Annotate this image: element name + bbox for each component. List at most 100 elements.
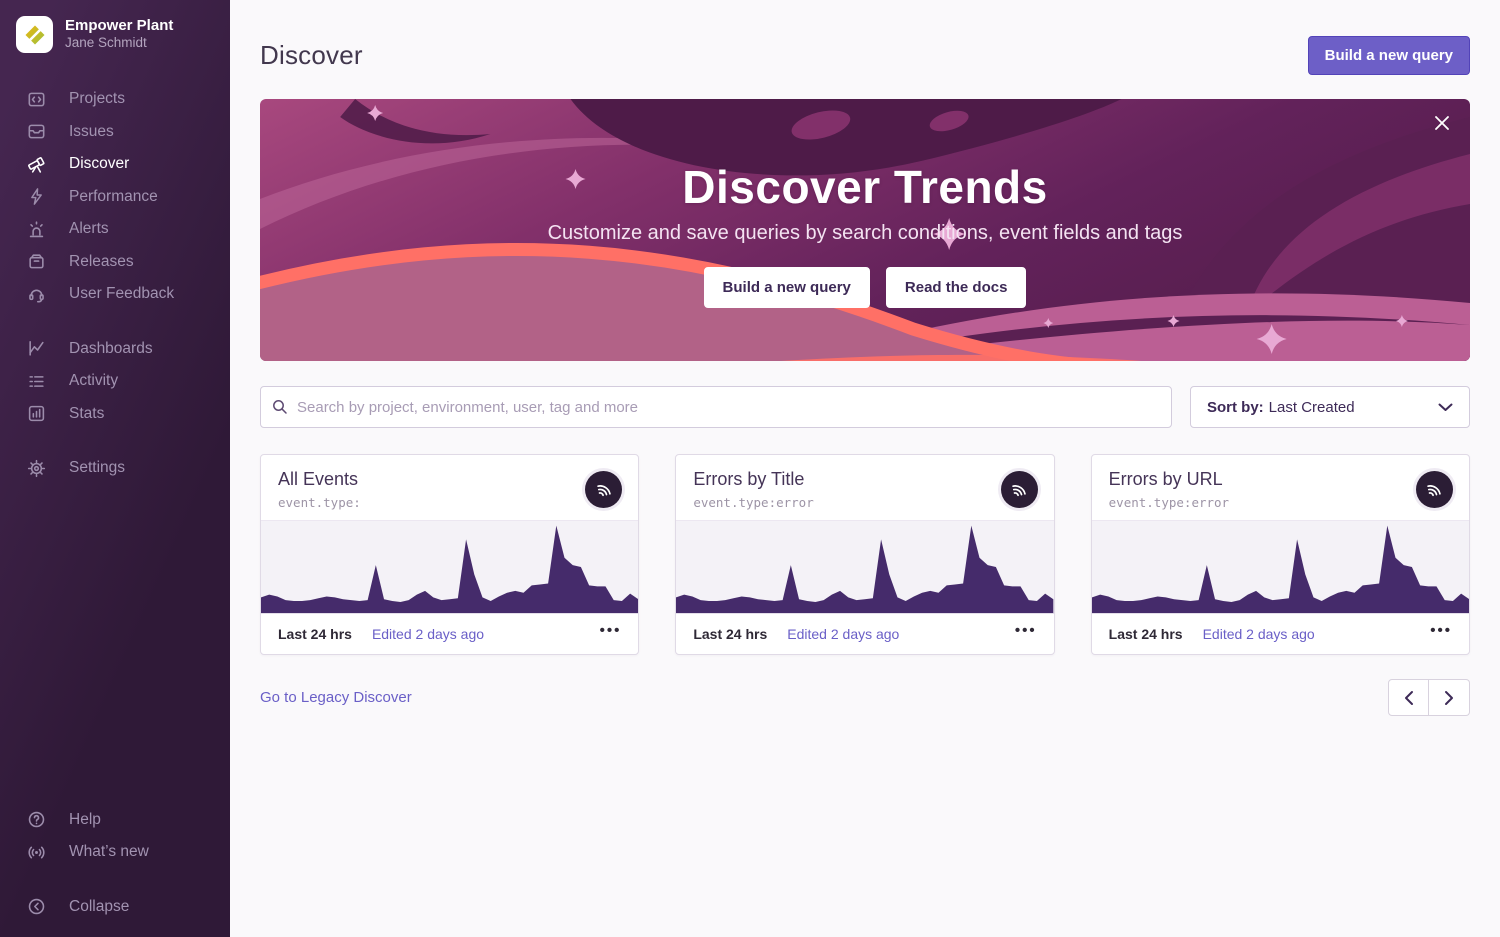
sort-value: Last Created xyxy=(1269,399,1355,416)
sort-dropdown[interactable]: Sort by: Last Created xyxy=(1190,386,1470,428)
card-title: Errors by URL xyxy=(1109,469,1229,490)
sidebar-item-activity[interactable]: Activity xyxy=(0,365,230,398)
query-toolbar: Sort by: Last Created xyxy=(260,386,1470,428)
sidebar-item-performance[interactable]: Performance xyxy=(0,181,230,214)
sidebar-item-settings[interactable]: Settings xyxy=(0,452,230,485)
card-context-menu-button[interactable]: ••• xyxy=(600,631,622,637)
card-timeframe: Last 24 hrs xyxy=(693,626,767,642)
sidebar-item-label: Settings xyxy=(69,459,125,477)
nav-settings: Settings xyxy=(0,452,230,485)
card-context-menu-button[interactable]: ••• xyxy=(1430,631,1452,637)
nav-divider-gap xyxy=(0,869,230,891)
sidebar-item-whats-new[interactable]: What’s new xyxy=(0,836,230,869)
sidebar-item-label: Issues xyxy=(69,123,114,141)
sentry-logo-icon xyxy=(1425,481,1443,499)
sparkline-chart xyxy=(1092,520,1469,613)
banner-build-query-button[interactable]: Build a new query xyxy=(704,267,870,308)
nav-secondary: Dashboards Activity Stats xyxy=(0,333,230,431)
bar-chart-icon xyxy=(27,404,46,423)
banner-read-docs-button[interactable]: Read the docs xyxy=(886,267,1027,308)
sentry-logo-icon xyxy=(1010,481,1028,499)
banner-subtitle: Customize and save queries by search con… xyxy=(548,222,1183,245)
sidebar-bottom: Help What’s new Collapse xyxy=(0,804,230,924)
chevron-down-icon xyxy=(1438,403,1453,412)
sidebar-item-dashboards[interactable]: Dashboards xyxy=(0,333,230,366)
org-switcher[interactable]: Empower Plant Jane Schmidt xyxy=(0,16,230,53)
sparkline-chart xyxy=(261,520,638,613)
sidebar-item-stats[interactable]: Stats xyxy=(0,398,230,431)
sidebar-item-projects[interactable]: Projects xyxy=(0,83,230,116)
pagination xyxy=(1388,679,1470,716)
sentry-avatar xyxy=(1416,471,1453,508)
collapse-icon xyxy=(27,897,46,916)
list-icon xyxy=(27,372,46,391)
search-box xyxy=(260,386,1172,428)
nav-divider-gap xyxy=(0,311,230,333)
sidebar-item-label: What’s new xyxy=(69,843,149,861)
projects-icon xyxy=(27,90,46,109)
page-header: Discover Build a new query xyxy=(260,0,1470,75)
sidebar-item-help[interactable]: Help xyxy=(0,804,230,837)
sentry-logo-icon xyxy=(595,481,613,499)
card-query: event.type:error xyxy=(1109,495,1229,510)
card-title: All Events xyxy=(278,469,361,490)
sidebar-item-issues[interactable]: Issues xyxy=(0,116,230,149)
pagination-next-button[interactable] xyxy=(1429,679,1470,716)
sidebar-item-label: Releases xyxy=(69,253,134,271)
user-name: Jane Schmidt xyxy=(65,35,173,52)
sidebar-item-releases[interactable]: Releases xyxy=(0,246,230,279)
box-icon xyxy=(27,252,46,271)
search-icon xyxy=(272,399,288,415)
siren-icon xyxy=(27,220,46,239)
help-icon xyxy=(27,810,46,829)
bottom-row: Go to Legacy Discover xyxy=(260,679,1470,716)
main-content: Discover Build a new query xyxy=(230,0,1500,937)
chevron-left-icon xyxy=(1404,690,1414,706)
org-logo xyxy=(16,16,53,53)
card-query: event.type: xyxy=(278,495,361,510)
sidebar-item-label: Stats xyxy=(69,405,104,423)
sort-label: Sort by: xyxy=(1207,399,1264,416)
sentry-avatar xyxy=(1001,471,1038,508)
sidebar-item-label: Discover xyxy=(69,155,129,173)
lightning-icon xyxy=(27,187,46,206)
sidebar-item-label: User Feedback xyxy=(69,285,174,303)
build-new-query-button[interactable]: Build a new query xyxy=(1308,36,1470,75)
sidebar-item-label: Activity xyxy=(69,372,118,390)
nav-primary: Projects Issues Discover xyxy=(0,83,230,311)
org-name: Empower Plant xyxy=(65,17,173,36)
pagination-prev-button[interactable] xyxy=(1388,679,1429,716)
banner-title: Discover Trends xyxy=(682,160,1047,214)
support-icon xyxy=(27,285,46,304)
diamond-logo-icon xyxy=(24,24,46,46)
query-card-errors-by-url[interactable]: Errors by URL event.type:error xyxy=(1091,454,1470,655)
telescope-icon xyxy=(27,155,46,174)
card-context-menu-button[interactable]: ••• xyxy=(1015,631,1037,637)
sidebar: Empower Plant Jane Schmidt Projects Issu… xyxy=(0,0,230,937)
sidebar-item-label: Performance xyxy=(69,188,158,206)
broadcast-icon xyxy=(27,843,46,862)
sparkline-chart xyxy=(676,520,1053,613)
issues-icon xyxy=(27,122,46,141)
card-title: Errors by Title xyxy=(693,469,813,490)
sidebar-item-label: Alerts xyxy=(69,220,109,238)
card-timeframe: Last 24 hrs xyxy=(1109,626,1183,642)
nav-divider-gap xyxy=(0,430,230,452)
query-card-all-events[interactable]: All Events event.type: La xyxy=(260,454,639,655)
page-title: Discover xyxy=(260,40,363,71)
legacy-discover-link[interactable]: Go to Legacy Discover xyxy=(260,689,412,706)
query-card-errors-by-title[interactable]: Errors by Title event.type:error xyxy=(675,454,1054,655)
saved-query-cards: All Events event.type: La xyxy=(260,454,1470,655)
card-edited-link[interactable]: Edited 2 days ago xyxy=(1203,626,1315,642)
card-edited-link[interactable]: Edited 2 days ago xyxy=(372,626,484,642)
card-edited-link[interactable]: Edited 2 days ago xyxy=(787,626,899,642)
sidebar-item-label: Collapse xyxy=(69,898,129,916)
search-input[interactable] xyxy=(260,386,1172,428)
banner-content: Discover Trends Customize and save queri… xyxy=(260,99,1470,361)
sidebar-item-collapse[interactable]: Collapse xyxy=(0,891,230,924)
sidebar-item-user-feedback[interactable]: User Feedback xyxy=(0,278,230,311)
sidebar-item-alerts[interactable]: Alerts xyxy=(0,213,230,246)
sidebar-item-discover[interactable]: Discover xyxy=(0,148,230,181)
discover-trends-banner: Discover Trends Customize and save queri… xyxy=(260,99,1470,361)
sidebar-item-label: Projects xyxy=(69,90,125,108)
